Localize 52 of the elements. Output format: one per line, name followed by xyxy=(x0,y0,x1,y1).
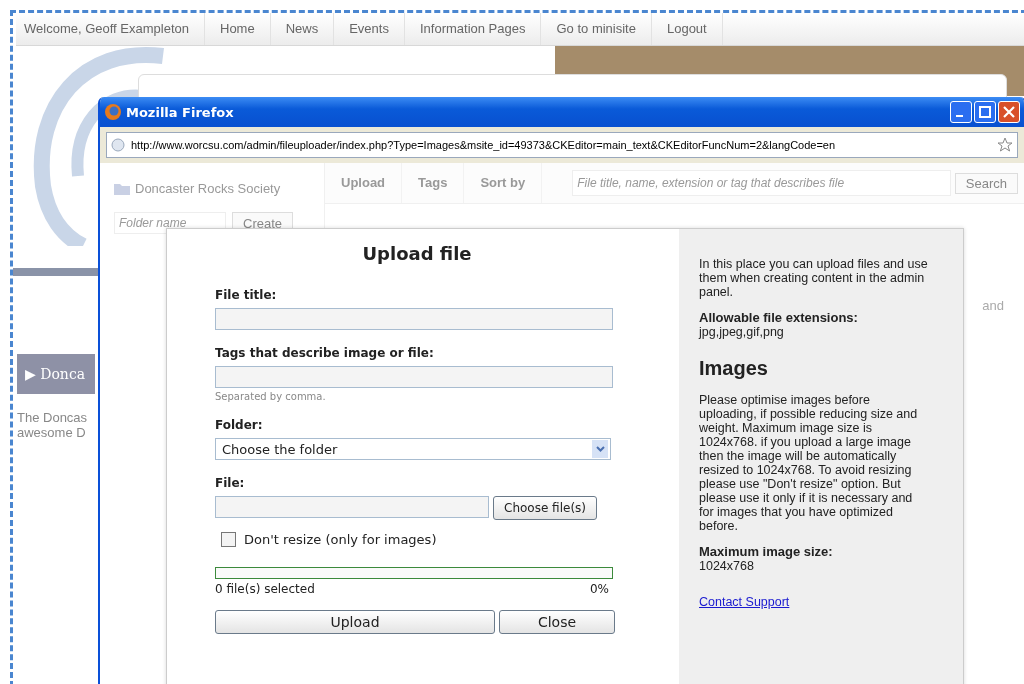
welcome-text: Welcome, Geoff Exampleton xyxy=(16,13,205,45)
contact-support-link[interactable]: Contact Support xyxy=(699,595,929,609)
field-label: File: xyxy=(215,476,246,490)
max-size-text: 1024x768 xyxy=(699,559,755,573)
intro-paragraph: In this place you can upload files and use them when creating content in the admin panel. xyxy=(699,257,929,299)
max-size-label: Maximum image size: xyxy=(699,545,834,559)
maximize-button[interactable] xyxy=(974,101,996,123)
close-button[interactable] xyxy=(998,101,1020,123)
maximize-icon xyxy=(979,106,991,118)
field-label: Folder: xyxy=(215,418,264,432)
files-selected-text: 0 file(s) selected xyxy=(215,582,315,596)
globe-icon xyxy=(104,103,122,121)
dialog-title: Upload file xyxy=(361,243,473,264)
field-label: File title: xyxy=(215,288,278,302)
upload-button[interactable]: Upload xyxy=(215,610,495,634)
field-label: Tags that describe image or file: xyxy=(215,346,435,360)
nav-link[interactable]: News xyxy=(270,13,335,45)
minimize-button[interactable] xyxy=(950,101,972,123)
star-icon[interactable] xyxy=(997,137,1013,153)
page-icon xyxy=(111,138,125,152)
toolbar-tab[interactable]: Sort by xyxy=(464,163,543,203)
images-paragraph: Please optimise images before uploading, if possible reducing size and weight. Maximum image size is 1024x768. if you upload a large image then the image will be automatically resized to 1024x768. To avoid resizing please use "Don't resize" option. But please use it only if it is necessary and for images that you have optimized before. xyxy=(699,393,919,533)
toolbar-tab[interactable]: Tags xyxy=(402,163,465,203)
address-field[interactable]: http://www.worcsu.com/admin/fileuploader/index.php?Type=Images&msite_id=49373&CKEditor=main_text&CKEditorFuncNum=2&langCode=en xyxy=(106,132,1018,158)
intro-text: The Doncas awesome D xyxy=(17,410,89,440)
search-field[interactable]: File title, name, extension or tag that describes file xyxy=(572,170,951,196)
percent-text: 0% xyxy=(589,582,609,596)
checkbox[interactable] xyxy=(221,532,236,547)
file-path-field[interactable] xyxy=(215,496,489,518)
folder-dropdown[interactable]: Choose the folder xyxy=(215,438,611,460)
nav-link[interactable]: Home xyxy=(205,13,271,45)
window-title: Mozilla Firefox xyxy=(126,104,235,120)
text-field[interactable] xyxy=(215,308,613,330)
body-text: and xyxy=(982,298,1004,313)
section-bar[interactable]: ▶ Donca xyxy=(17,354,95,394)
nav-link[interactable]: Events xyxy=(334,13,405,45)
folder-icon xyxy=(114,182,130,195)
extensions-label: Allowable file extensions: xyxy=(699,311,859,325)
extensions-text: jpg,jpeg,gif,png xyxy=(699,325,785,339)
nav-link[interactable]: Go to minisite xyxy=(541,13,652,45)
search-button[interactable]: Search xyxy=(954,172,1018,194)
nav-link[interactable]: Logout xyxy=(651,13,723,45)
toolbar-tab[interactable]: Upload xyxy=(325,163,403,203)
close-icon xyxy=(1003,106,1015,118)
choose-files-button[interactable]: Choose file(s) xyxy=(493,496,597,520)
folder-item[interactable]: Doncaster Rocks Society xyxy=(135,181,281,196)
checkbox-label: Don't resize (only for images) xyxy=(244,532,437,547)
field-hint: Separated by comma. xyxy=(215,391,327,402)
minimize-icon xyxy=(956,115,963,117)
nav-link[interactable]: Information Pages xyxy=(404,13,542,45)
close-dialog-button[interactable]: Close xyxy=(499,610,615,634)
text-field[interactable] xyxy=(215,366,613,388)
